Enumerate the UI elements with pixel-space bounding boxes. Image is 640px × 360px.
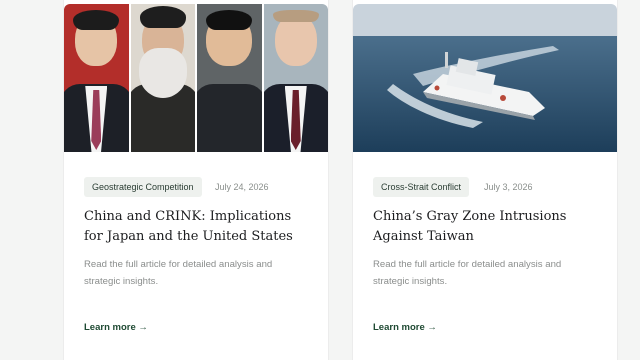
learn-more-link[interactable]: Learn more →	[373, 322, 437, 333]
learn-more-link[interactable]: Learn more →	[84, 322, 148, 333]
article-summary: Read the full article for detailed analy…	[373, 259, 562, 287]
ship-image	[353, 4, 617, 152]
portrait	[64, 4, 129, 152]
article-card[interactable]: Cross-Strait Conflict July 3, 2026 China…	[352, 0, 618, 360]
publish-date: July 24, 2026	[215, 182, 269, 192]
article-title[interactable]: China and CRINK: Implications for Japan …	[84, 207, 310, 247]
category-tag[interactable]: Cross-Strait Conflict	[373, 177, 470, 197]
portrait	[261, 4, 328, 152]
article-title[interactable]: China’s Gray Zone Intrusions Against Tai…	[373, 207, 599, 247]
article-image[interactable]	[353, 4, 617, 152]
portrait	[195, 4, 262, 152]
portrait	[128, 4, 195, 152]
category-tag[interactable]: Geostrategic Competition	[84, 177, 202, 197]
article-card[interactable]: Geostrategic Competition July 24, 2026 C…	[63, 0, 329, 360]
publish-date: July 3, 2026	[484, 182, 533, 192]
article-summary: Read the full article for detailed analy…	[84, 259, 273, 287]
article-image[interactable]	[64, 4, 328, 152]
